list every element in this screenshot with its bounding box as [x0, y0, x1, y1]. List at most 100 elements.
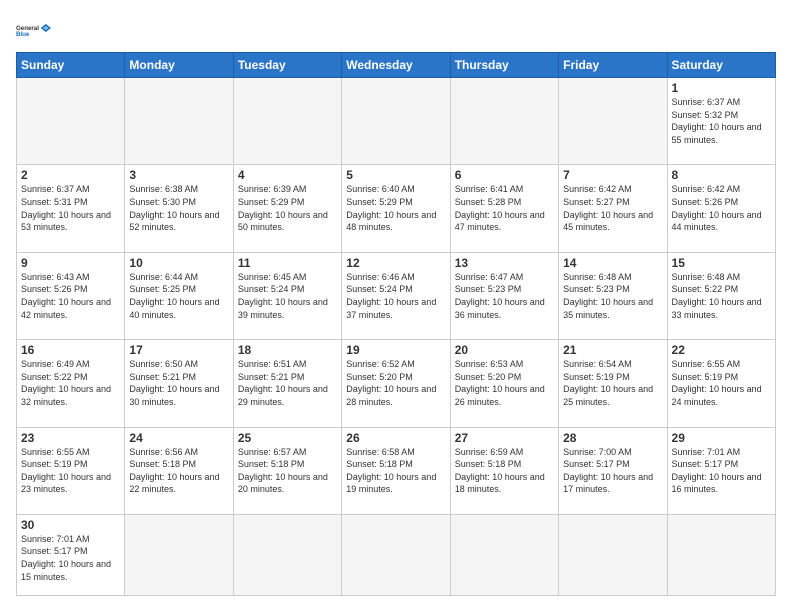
- day-info: Sunrise: 6:39 AM Sunset: 5:29 PM Dayligh…: [238, 183, 337, 233]
- calendar-cell: [233, 514, 341, 595]
- day-number: 28: [563, 431, 662, 445]
- calendar-cell: 14Sunrise: 6:48 AM Sunset: 5:23 PM Dayli…: [559, 252, 667, 339]
- day-number: 1: [672, 81, 771, 95]
- page: General Blue SundayMondayTuesdayWednesda…: [0, 0, 792, 612]
- calendar-cell: 8Sunrise: 6:42 AM Sunset: 5:26 PM Daylig…: [667, 165, 775, 252]
- week-row-4: 16Sunrise: 6:49 AM Sunset: 5:22 PM Dayli…: [17, 340, 776, 427]
- calendar-cell: [17, 78, 125, 165]
- calendar-cell: 21Sunrise: 6:54 AM Sunset: 5:19 PM Dayli…: [559, 340, 667, 427]
- calendar-cell: [559, 514, 667, 595]
- day-info: Sunrise: 7:00 AM Sunset: 5:17 PM Dayligh…: [563, 446, 662, 496]
- calendar-cell: 11Sunrise: 6:45 AM Sunset: 5:24 PM Dayli…: [233, 252, 341, 339]
- header-row: SundayMondayTuesdayWednesdayThursdayFrid…: [17, 53, 776, 78]
- calendar-cell: 18Sunrise: 6:51 AM Sunset: 5:21 PM Dayli…: [233, 340, 341, 427]
- calendar-cell: 6Sunrise: 6:41 AM Sunset: 5:28 PM Daylig…: [450, 165, 558, 252]
- calendar-cell: [450, 514, 558, 595]
- day-header-sunday: Sunday: [17, 53, 125, 78]
- calendar-cell: 4Sunrise: 6:39 AM Sunset: 5:29 PM Daylig…: [233, 165, 341, 252]
- day-info: Sunrise: 6:58 AM Sunset: 5:18 PM Dayligh…: [346, 446, 445, 496]
- day-number: 21: [563, 343, 662, 357]
- day-info: Sunrise: 6:51 AM Sunset: 5:21 PM Dayligh…: [238, 358, 337, 408]
- day-info: Sunrise: 6:47 AM Sunset: 5:23 PM Dayligh…: [455, 271, 554, 321]
- day-number: 27: [455, 431, 554, 445]
- day-number: 16: [21, 343, 120, 357]
- day-number: 11: [238, 256, 337, 270]
- day-number: 6: [455, 168, 554, 182]
- day-info: Sunrise: 6:42 AM Sunset: 5:26 PM Dayligh…: [672, 183, 771, 233]
- calendar-cell: [125, 514, 233, 595]
- calendar-cell: [559, 78, 667, 165]
- calendar-cell: 26Sunrise: 6:58 AM Sunset: 5:18 PM Dayli…: [342, 427, 450, 514]
- day-info: Sunrise: 6:57 AM Sunset: 5:18 PM Dayligh…: [238, 446, 337, 496]
- day-info: Sunrise: 7:01 AM Sunset: 5:17 PM Dayligh…: [672, 446, 771, 496]
- calendar-cell: 29Sunrise: 7:01 AM Sunset: 5:17 PM Dayli…: [667, 427, 775, 514]
- calendar-cell: 23Sunrise: 6:55 AM Sunset: 5:19 PM Dayli…: [17, 427, 125, 514]
- calendar-cell: 13Sunrise: 6:47 AM Sunset: 5:23 PM Dayli…: [450, 252, 558, 339]
- calendar-cell: 3Sunrise: 6:38 AM Sunset: 5:30 PM Daylig…: [125, 165, 233, 252]
- day-info: Sunrise: 6:49 AM Sunset: 5:22 PM Dayligh…: [21, 358, 120, 408]
- day-number: 25: [238, 431, 337, 445]
- svg-text:Blue: Blue: [16, 31, 30, 38]
- calendar-cell: 7Sunrise: 6:42 AM Sunset: 5:27 PM Daylig…: [559, 165, 667, 252]
- header: General Blue: [16, 16, 776, 44]
- day-info: Sunrise: 6:56 AM Sunset: 5:18 PM Dayligh…: [129, 446, 228, 496]
- calendar-cell: 20Sunrise: 6:53 AM Sunset: 5:20 PM Dayli…: [450, 340, 558, 427]
- day-info: Sunrise: 6:48 AM Sunset: 5:23 PM Dayligh…: [563, 271, 662, 321]
- day-info: Sunrise: 6:46 AM Sunset: 5:24 PM Dayligh…: [346, 271, 445, 321]
- calendar-cell: 10Sunrise: 6:44 AM Sunset: 5:25 PM Dayli…: [125, 252, 233, 339]
- calendar-cell: 5Sunrise: 6:40 AM Sunset: 5:29 PM Daylig…: [342, 165, 450, 252]
- day-info: Sunrise: 6:48 AM Sunset: 5:22 PM Dayligh…: [672, 271, 771, 321]
- week-row-6: 30Sunrise: 7:01 AM Sunset: 5:17 PM Dayli…: [17, 514, 776, 595]
- day-info: Sunrise: 6:42 AM Sunset: 5:27 PM Dayligh…: [563, 183, 662, 233]
- day-header-saturday: Saturday: [667, 53, 775, 78]
- calendar-cell: 27Sunrise: 6:59 AM Sunset: 5:18 PM Dayli…: [450, 427, 558, 514]
- day-number: 26: [346, 431, 445, 445]
- calendar-cell: 9Sunrise: 6:43 AM Sunset: 5:26 PM Daylig…: [17, 252, 125, 339]
- day-number: 14: [563, 256, 662, 270]
- calendar-cell: 22Sunrise: 6:55 AM Sunset: 5:19 PM Dayli…: [667, 340, 775, 427]
- day-number: 30: [21, 518, 120, 532]
- day-header-tuesday: Tuesday: [233, 53, 341, 78]
- calendar-cell: [342, 514, 450, 595]
- calendar-cell: 25Sunrise: 6:57 AM Sunset: 5:18 PM Dayli…: [233, 427, 341, 514]
- day-header-thursday: Thursday: [450, 53, 558, 78]
- day-info: Sunrise: 6:53 AM Sunset: 5:20 PM Dayligh…: [455, 358, 554, 408]
- day-info: Sunrise: 6:38 AM Sunset: 5:30 PM Dayligh…: [129, 183, 228, 233]
- day-info: Sunrise: 6:59 AM Sunset: 5:18 PM Dayligh…: [455, 446, 554, 496]
- day-header-wednesday: Wednesday: [342, 53, 450, 78]
- day-number: 13: [455, 256, 554, 270]
- week-row-3: 9Sunrise: 6:43 AM Sunset: 5:26 PM Daylig…: [17, 252, 776, 339]
- day-number: 19: [346, 343, 445, 357]
- calendar-cell: 16Sunrise: 6:49 AM Sunset: 5:22 PM Dayli…: [17, 340, 125, 427]
- day-info: Sunrise: 6:44 AM Sunset: 5:25 PM Dayligh…: [129, 271, 228, 321]
- day-number: 3: [129, 168, 228, 182]
- week-row-2: 2Sunrise: 6:37 AM Sunset: 5:31 PM Daylig…: [17, 165, 776, 252]
- day-number: 24: [129, 431, 228, 445]
- day-header-friday: Friday: [559, 53, 667, 78]
- calendar-cell: [667, 514, 775, 595]
- calendar-cell: 30Sunrise: 7:01 AM Sunset: 5:17 PM Dayli…: [17, 514, 125, 595]
- calendar-table: SundayMondayTuesdayWednesdayThursdayFrid…: [16, 52, 776, 596]
- calendar-cell: 24Sunrise: 6:56 AM Sunset: 5:18 PM Dayli…: [125, 427, 233, 514]
- day-number: 10: [129, 256, 228, 270]
- day-number: 9: [21, 256, 120, 270]
- calendar-cell: [450, 78, 558, 165]
- day-number: 23: [21, 431, 120, 445]
- day-number: 15: [672, 256, 771, 270]
- day-info: Sunrise: 6:37 AM Sunset: 5:32 PM Dayligh…: [672, 96, 771, 146]
- calendar-cell: [342, 78, 450, 165]
- day-number: 18: [238, 343, 337, 357]
- calendar-cell: [233, 78, 341, 165]
- day-number: 8: [672, 168, 771, 182]
- day-number: 12: [346, 256, 445, 270]
- logo-icon: General Blue: [16, 16, 52, 44]
- day-info: Sunrise: 6:50 AM Sunset: 5:21 PM Dayligh…: [129, 358, 228, 408]
- calendar-cell: 15Sunrise: 6:48 AM Sunset: 5:22 PM Dayli…: [667, 252, 775, 339]
- day-info: Sunrise: 6:43 AM Sunset: 5:26 PM Dayligh…: [21, 271, 120, 321]
- day-info: Sunrise: 6:55 AM Sunset: 5:19 PM Dayligh…: [672, 358, 771, 408]
- day-info: Sunrise: 6:54 AM Sunset: 5:19 PM Dayligh…: [563, 358, 662, 408]
- day-info: Sunrise: 7:01 AM Sunset: 5:17 PM Dayligh…: [21, 533, 120, 583]
- day-info: Sunrise: 6:52 AM Sunset: 5:20 PM Dayligh…: [346, 358, 445, 408]
- day-number: 5: [346, 168, 445, 182]
- day-number: 4: [238, 168, 337, 182]
